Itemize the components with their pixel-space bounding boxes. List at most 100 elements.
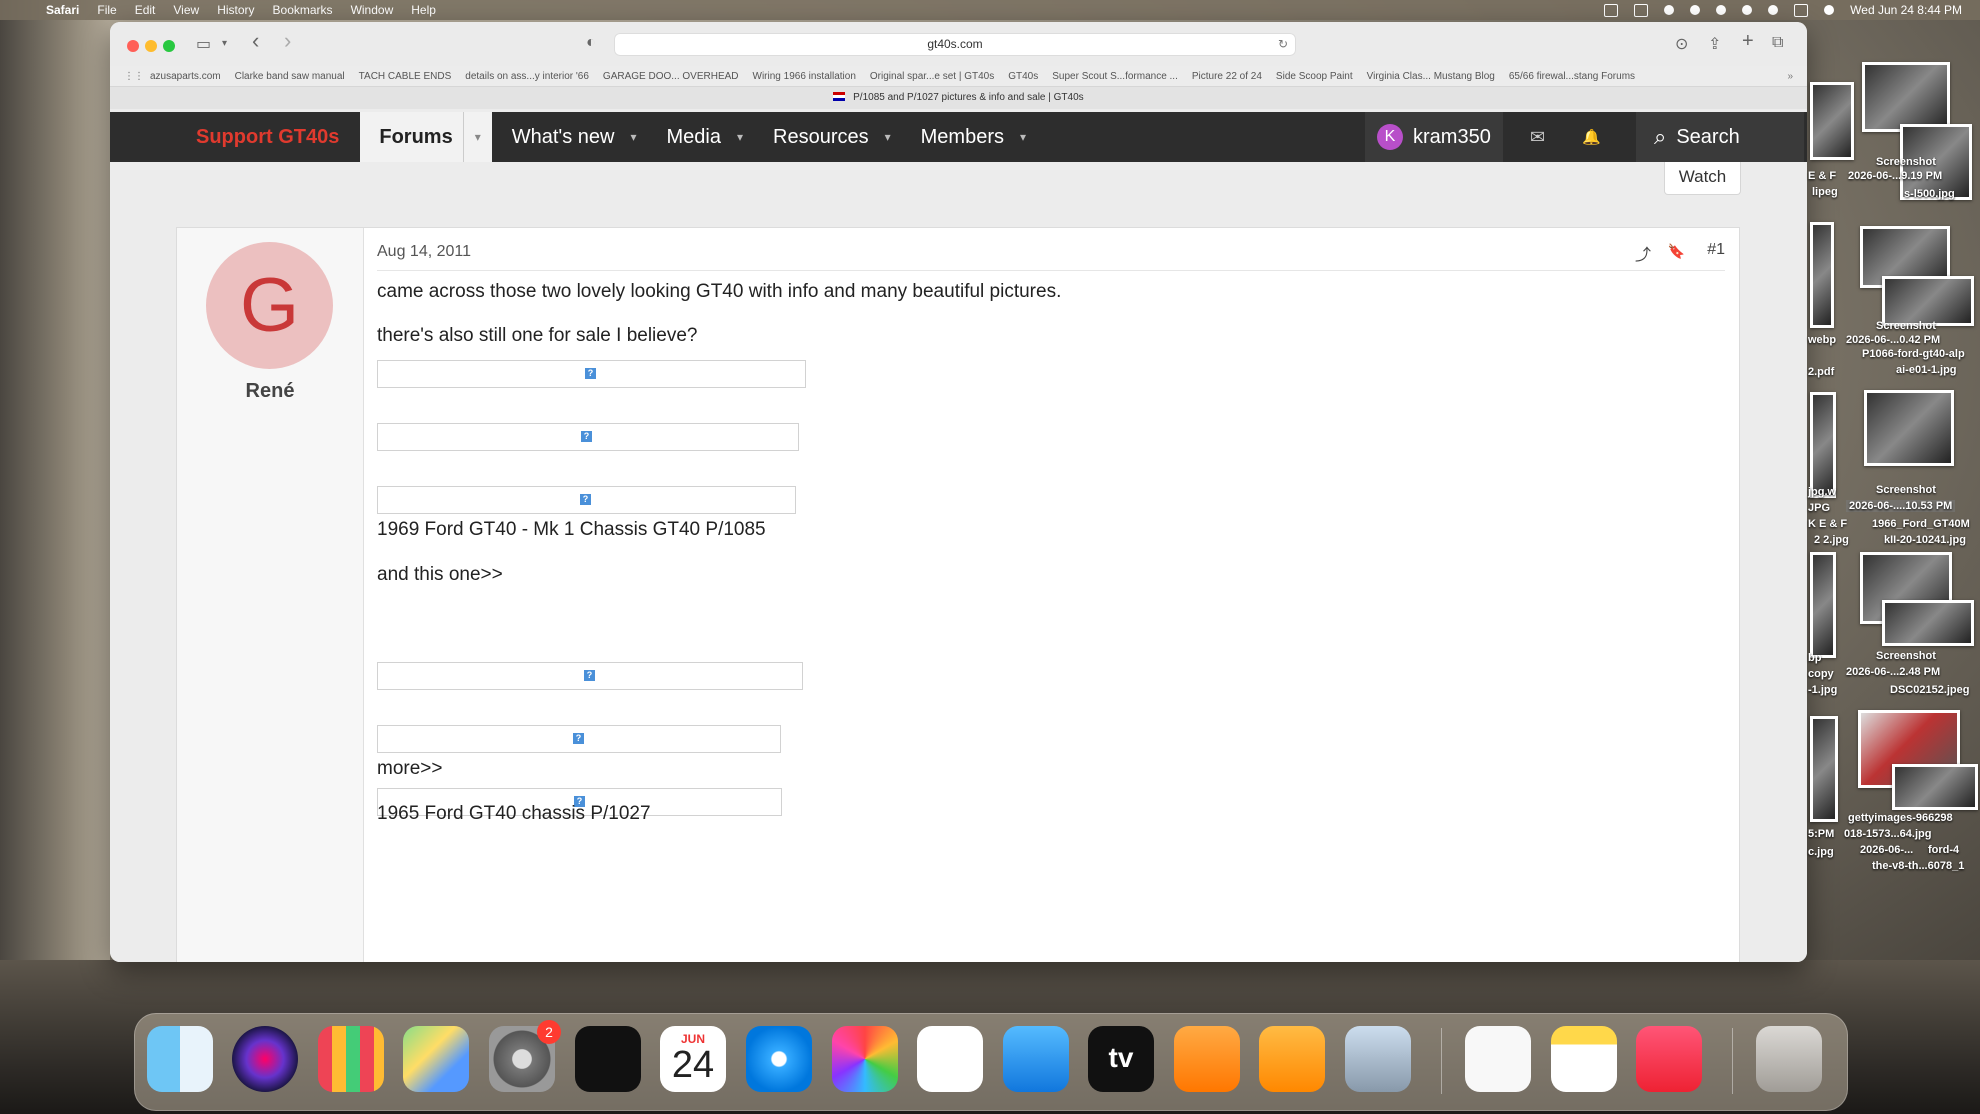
bookmarks-grid-icon[interactable]: ⋮⋮ — [124, 71, 144, 82]
address-bar[interactable]: gt40s.com ↻ — [614, 33, 1296, 56]
stage-manager-icon[interactable] — [575, 1026, 641, 1092]
bluetooth-icon[interactable] — [1690, 5, 1701, 15]
search-button[interactable]: ⌕ Search — [1636, 112, 1804, 162]
menu-view[interactable]: View — [173, 3, 199, 17]
spotlight-icon[interactable] — [1768, 5, 1779, 15]
desktop-file-label[interactable]: -1.jpg — [1808, 684, 1837, 696]
desktop-file-thumbnail[interactable] — [1882, 600, 1974, 646]
desktop-file-thumbnail[interactable] — [1810, 552, 1836, 658]
bookmark-item[interactable]: Original spar...e set | GT40s — [870, 71, 994, 82]
desktop-file-label[interactable]: ford-4 — [1928, 844, 1959, 856]
reload-icon[interactable]: ↻ — [1278, 33, 1288, 56]
bookmark-item[interactable]: GT40s — [1008, 71, 1038, 82]
desktop-file-label[interactable]: Screenshot — [1876, 650, 1936, 662]
desktop-file-thumbnail[interactable] — [1810, 392, 1836, 498]
close-window-button[interactable] — [127, 40, 139, 52]
desktop-file-label[interactable]: 2.pdf — [1808, 366, 1834, 378]
preview-icon[interactable] — [1345, 1026, 1411, 1092]
nav-tab-resources[interactable]: Resources ▾ — [753, 126, 901, 149]
broken-image[interactable]: ? — [377, 725, 781, 753]
desktop-file-label[interactable]: bp — [1808, 652, 1821, 664]
wifi-icon[interactable] — [1716, 5, 1727, 15]
whats-new-dropdown-icon[interactable]: ▾ — [630, 130, 636, 144]
broken-image[interactable]: ? — [377, 360, 806, 388]
active-tab[interactable]: P/1085 and P/1027 pictures & info and sa… — [110, 86, 1807, 109]
desktop-file-label[interactable]: 018-1573...64.jpg — [1844, 828, 1931, 840]
desktop-file-label[interactable]: webp — [1808, 334, 1836, 346]
desktop-file-label[interactable]: 2026-06-...2.48 PM — [1846, 666, 1940, 678]
bookmark-item[interactable]: Side Scoop Paint — [1276, 71, 1353, 82]
music-icon[interactable] — [1636, 1026, 1702, 1092]
desktop-file-label[interactable]: 5:PM — [1808, 828, 1834, 840]
menu-window[interactable]: Window — [351, 3, 394, 17]
sidebar-icon[interactable]: ▭ — [196, 34, 211, 54]
pages-icon[interactable] — [1259, 1026, 1325, 1092]
forward-icon[interactable]: › — [284, 28, 291, 54]
media-dropdown-icon[interactable]: ▾ — [737, 130, 743, 144]
desktop-file-label[interactable]: gettyimages-966298 — [1848, 812, 1953, 824]
broken-image[interactable]: ? — [377, 423, 799, 451]
post-date[interactable]: Aug 14, 2011 — [377, 243, 471, 261]
desktop-file-label[interactable]: K E & F — [1808, 518, 1847, 530]
bookmark-item[interactable]: Picture 22 of 24 — [1192, 71, 1262, 82]
desktop-file-label[interactable]: copy — [1808, 668, 1834, 680]
photos-icon[interactable] — [832, 1026, 898, 1092]
desktop-file-label[interactable]: s-l500.jpg — [1904, 188, 1955, 200]
bookmark-item[interactable]: details on ass...y interior '66 — [465, 71, 589, 82]
author-avatar[interactable]: G — [206, 242, 333, 369]
desktop-file-label[interactable]: 2026-06-...0.42 PM — [1846, 334, 1940, 346]
bookmark-item[interactable]: TACH CABLE ENDS — [359, 71, 452, 82]
desktop-file-label[interactable]: jpg.w — [1808, 486, 1836, 498]
safari-icon[interactable] — [746, 1026, 812, 1092]
desktop-file-label[interactable]: the-v8-th...6078_1 — [1872, 860, 1964, 872]
bookmark-item[interactable]: azusaparts.com — [150, 71, 221, 82]
share-post-icon[interactable]: ⤴ — [1635, 241, 1651, 265]
launchpad-icon[interactable] — [318, 1026, 384, 1092]
notes-icon[interactable] — [1551, 1026, 1617, 1092]
bookmark-item[interactable]: GARAGE DOO... OVERHEAD — [603, 71, 739, 82]
bookmarks-overflow-icon[interactable]: » — [1787, 71, 1793, 82]
bell-icon[interactable]: 🔔 — [1582, 112, 1601, 162]
bookmark-item[interactable]: Virginia Clas... Mustang Blog — [1367, 71, 1495, 82]
bookmark-item[interactable]: 65/66 firewal...stang Forums — [1509, 71, 1635, 82]
desktop-file-label[interactable]: c.jpg — [1808, 846, 1834, 858]
desktop-file-label[interactable]: P1066-ford-gt40-alp — [1862, 348, 1965, 360]
forums-dropdown-icon[interactable]: ▾ — [462, 112, 492, 162]
desktop-file-thumbnail[interactable] — [1810, 716, 1838, 822]
sidebar-menu-chevron-icon[interactable]: ▾ — [222, 38, 227, 49]
account-menu[interactable]: K kram350 — [1365, 112, 1503, 162]
bookmark-item[interactable]: Wiring 1966 installation — [753, 71, 856, 82]
desktop-file-label[interactable]: 2 2.jpg — [1814, 534, 1849, 546]
zoom-window-button[interactable] — [163, 40, 175, 52]
siri-app-icon[interactable] — [232, 1026, 298, 1092]
desktop-file-label[interactable]: ai-e01-1.jpg — [1896, 364, 1957, 376]
desktop-file-label[interactable]: kII-20-10241.jpg — [1884, 534, 1966, 546]
minimize-window-button[interactable] — [145, 40, 157, 52]
desktop-file-label[interactable]: lipeg — [1812, 186, 1838, 198]
nav-tab-members[interactable]: Members ▾ — [901, 126, 1036, 149]
volume-icon[interactable] — [1664, 5, 1675, 15]
desktop-file-thumbnail[interactable] — [1862, 62, 1950, 132]
desktop-file-thumbnail[interactable] — [1864, 390, 1954, 466]
desktop-file-label[interactable]: 2026-06-...9.19 PM — [1848, 170, 1942, 182]
desktop-file-label[interactable]: JPG — [1808, 502, 1830, 514]
desktop-file-label[interactable]: Screenshot — [1876, 320, 1936, 332]
broken-image[interactable]: ? — [377, 662, 803, 690]
freeform-icon[interactable] — [917, 1026, 983, 1092]
resources-dropdown-icon[interactable]: ▾ — [885, 130, 891, 144]
calendar-icon[interactable]: JUN 24 — [660, 1026, 726, 1092]
apple-tv-icon[interactable]: tv — [1088, 1026, 1154, 1092]
desktop-file-thumbnail[interactable] — [1892, 764, 1978, 810]
bookmark-post-icon[interactable]: 🔖 — [1668, 243, 1685, 260]
menu-bookmarks[interactable]: Bookmarks — [273, 3, 333, 17]
bookmark-item[interactable]: Super Scout S...formance ... — [1052, 71, 1178, 82]
post-number-link[interactable]: #1 — [1707, 241, 1725, 259]
system-settings-icon[interactable]: 2 — [489, 1020, 561, 1092]
nav-tab-forums[interactable]: Forums ▾ — [360, 112, 492, 162]
desktop-file-label[interactable]: Screenshot — [1876, 484, 1936, 496]
trash-icon[interactable] — [1756, 1026, 1822, 1092]
nav-tab-whats-new[interactable]: What's new ▾ — [492, 126, 647, 149]
bookmark-item[interactable]: Clarke band saw manual — [235, 71, 345, 82]
desktop-file-label[interactable]: DSC02152.jpeg — [1890, 684, 1969, 696]
author-name[interactable]: René — [177, 380, 363, 403]
